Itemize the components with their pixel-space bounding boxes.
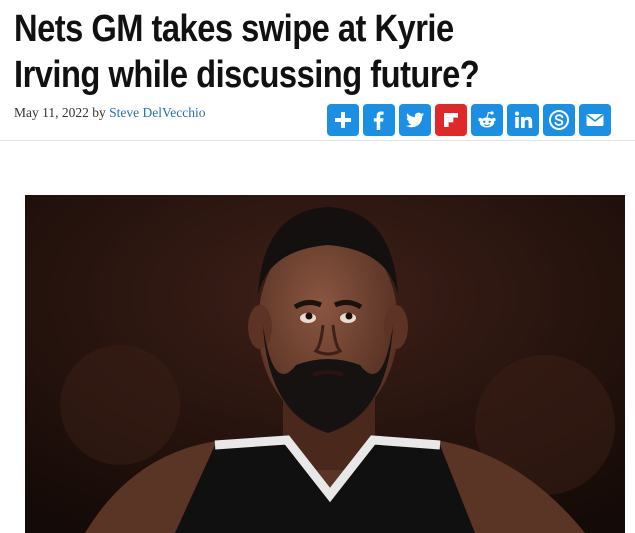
reddit-icon: [478, 111, 496, 128]
player-photo: [25, 195, 625, 533]
share-linkedin-button[interactable]: [507, 104, 539, 136]
share-twitter-button[interactable]: [399, 104, 431, 136]
share-addtoany-button[interactable]: [327, 104, 359, 136]
header-divider: [0, 140, 635, 141]
share-flipboard-button[interactable]: [435, 104, 467, 136]
byline-by: by: [92, 105, 106, 120]
byline: May 11, 2022 by Steve DelVecchio: [14, 105, 205, 121]
skype-icon: [549, 110, 569, 130]
flipboard-icon: [444, 113, 458, 127]
share-skype-button[interactable]: [543, 104, 575, 136]
twitter-icon: [406, 112, 424, 128]
article-page: Nets GM takes swipe at Kyrie Irving whil…: [0, 0, 635, 533]
article-title: Nets GM takes swipe at Kyrie Irving whil…: [14, 8, 480, 96]
facebook-icon: [373, 111, 384, 130]
email-icon: [586, 114, 604, 126]
article-photo: [25, 195, 625, 533]
share-reddit-button[interactable]: [471, 104, 503, 136]
author-link[interactable]: Steve DelVecchio: [109, 105, 205, 120]
share-buttons: [327, 104, 611, 136]
share-facebook-button[interactable]: [363, 104, 395, 136]
linkedin-icon: [514, 111, 533, 128]
share-email-button[interactable]: [579, 104, 611, 136]
plus-icon: [335, 112, 351, 128]
publish-date: May 11, 2022: [14, 105, 89, 120]
